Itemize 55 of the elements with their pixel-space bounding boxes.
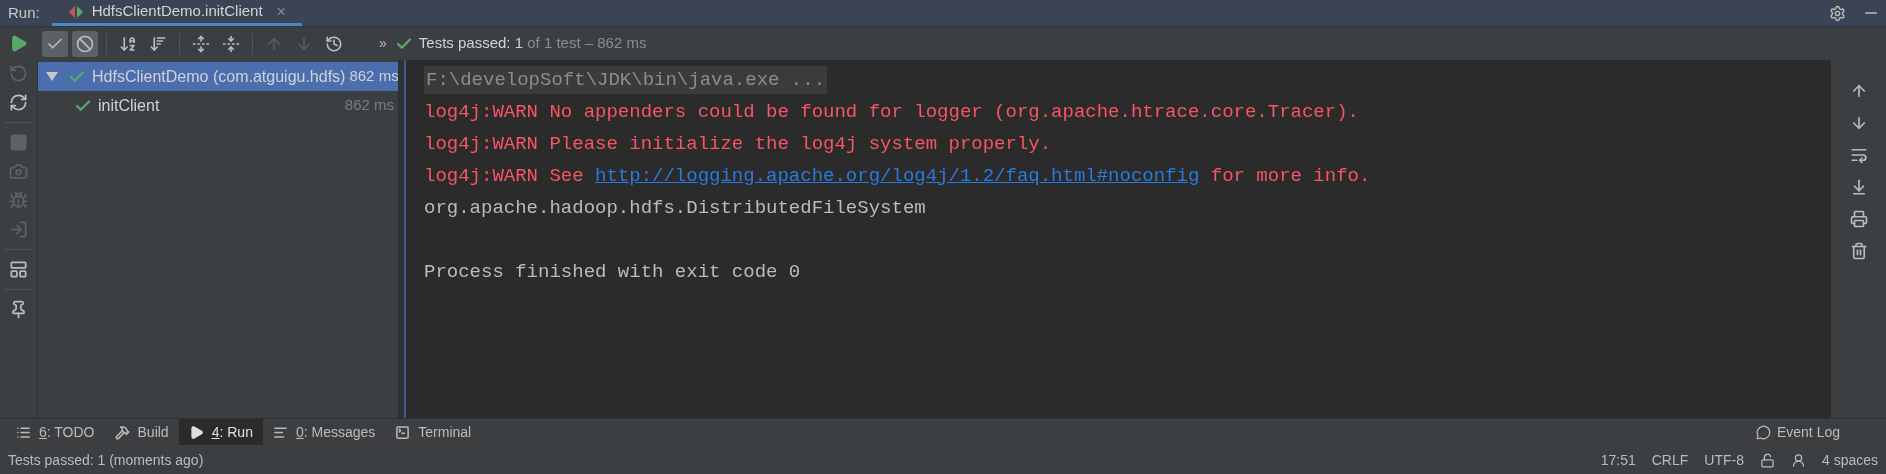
- test-name: HdfsClientDemo (com.atguigu.hdfs): [92, 66, 346, 87]
- caret-position[interactable]: 17:51: [1600, 449, 1636, 471]
- person-icon[interactable]: [1790, 452, 1806, 468]
- tool-window-tab[interactable]: 4: Run: [178, 419, 263, 445]
- test-config-icon: [67, 4, 84, 19]
- sort-icon: [149, 34, 167, 53]
- settings-icon[interactable]: [1829, 4, 1846, 22]
- trash-icon[interactable]: [1849, 242, 1868, 260]
- warning-line: log4j:WARN See http://logging.apache.org/log4j/1.2/faq.html#noconfig for more info.: [424, 163, 1371, 189]
- test-duration: 862 ms: [348, 66, 399, 87]
- layout-icon[interactable]: [9, 260, 28, 279]
- more-button[interactable]: »: [379, 33, 387, 54]
- output-line: org.apache.hadoop.hdfs.DistributedFileSystem: [424, 195, 926, 221]
- tool-window-tab[interactable]: 0: Messages: [262, 419, 386, 445]
- pin-icon[interactable]: [9, 300, 28, 319]
- warning-line: log4j:WARN No appenders could be found for logger (org.apache.htrace.core.Tracer).: [424, 99, 1359, 125]
- refresh-icon[interactable]: [9, 93, 28, 112]
- indent-setting[interactable]: 4 spaces: [1821, 449, 1878, 471]
- output-line: Process finished with exit code 0: [424, 259, 801, 285]
- test-name: initClient: [98, 95, 160, 116]
- speech-bubble-icon: [1755, 424, 1771, 440]
- event-log-button[interactable]: Event Log: [1745, 419, 1850, 445]
- run-tab[interactable]: HdfsClientDemo.initClient ×: [51, 0, 302, 26]
- sort-alpha-icon: [119, 34, 137, 53]
- test-duration: 862 ms: [343, 95, 394, 116]
- messages-icon: [272, 424, 288, 440]
- list-icon: [16, 424, 31, 440]
- wrap-icon[interactable]: [1849, 146, 1868, 164]
- expand-triangle-icon[interactable]: [46, 72, 58, 81]
- tab-title: HdfsClientDemo.initClient: [91, 1, 263, 22]
- line-separator[interactable]: CRLF: [1651, 449, 1689, 471]
- collapse-icon: [222, 34, 240, 53]
- tree-row[interactable]: initClient 862 ms: [38, 91, 398, 120]
- warning-line: log4j:WARN Please initialize the log4j system properly.: [424, 131, 1052, 157]
- panel-title: Run:: [7, 2, 41, 23]
- hammer-icon: [114, 424, 130, 440]
- ban-button[interactable]: [72, 30, 98, 57]
- ban-icon: [76, 34, 94, 53]
- printer-icon[interactable]: [1849, 210, 1868, 228]
- expand-icon: [192, 34, 210, 53]
- play-icon: [188, 424, 204, 440]
- tree-row[interactable]: HdfsClientDemo (com.atguigu.hdfs) 862 ms: [38, 62, 398, 91]
- file-encoding[interactable]: UTF-8: [1704, 449, 1744, 471]
- link[interactable]: http://logging.apache.org/log4j/1.2/faq.html#noconfig: [595, 164, 1200, 187]
- tool-window-tab[interactable]: Terminal: [385, 419, 482, 445]
- terminal-icon: [395, 424, 411, 440]
- tool-window-tab[interactable]: Build: [104, 419, 179, 445]
- unlocked-icon[interactable]: [1759, 452, 1775, 468]
- play-icon[interactable]: [9, 34, 28, 53]
- close-button[interactable]: ×: [276, 0, 286, 24]
- clock-icon: [325, 34, 343, 53]
- status-message: Tests passed: 1 (moments ago): [8, 450, 204, 470]
- check-button[interactable]: [42, 30, 68, 57]
- tool-window-tab[interactable]: 6: TODO: [6, 419, 105, 445]
- test-status: Tests passed: 1 of 1 test – 862 ms: [418, 33, 647, 54]
